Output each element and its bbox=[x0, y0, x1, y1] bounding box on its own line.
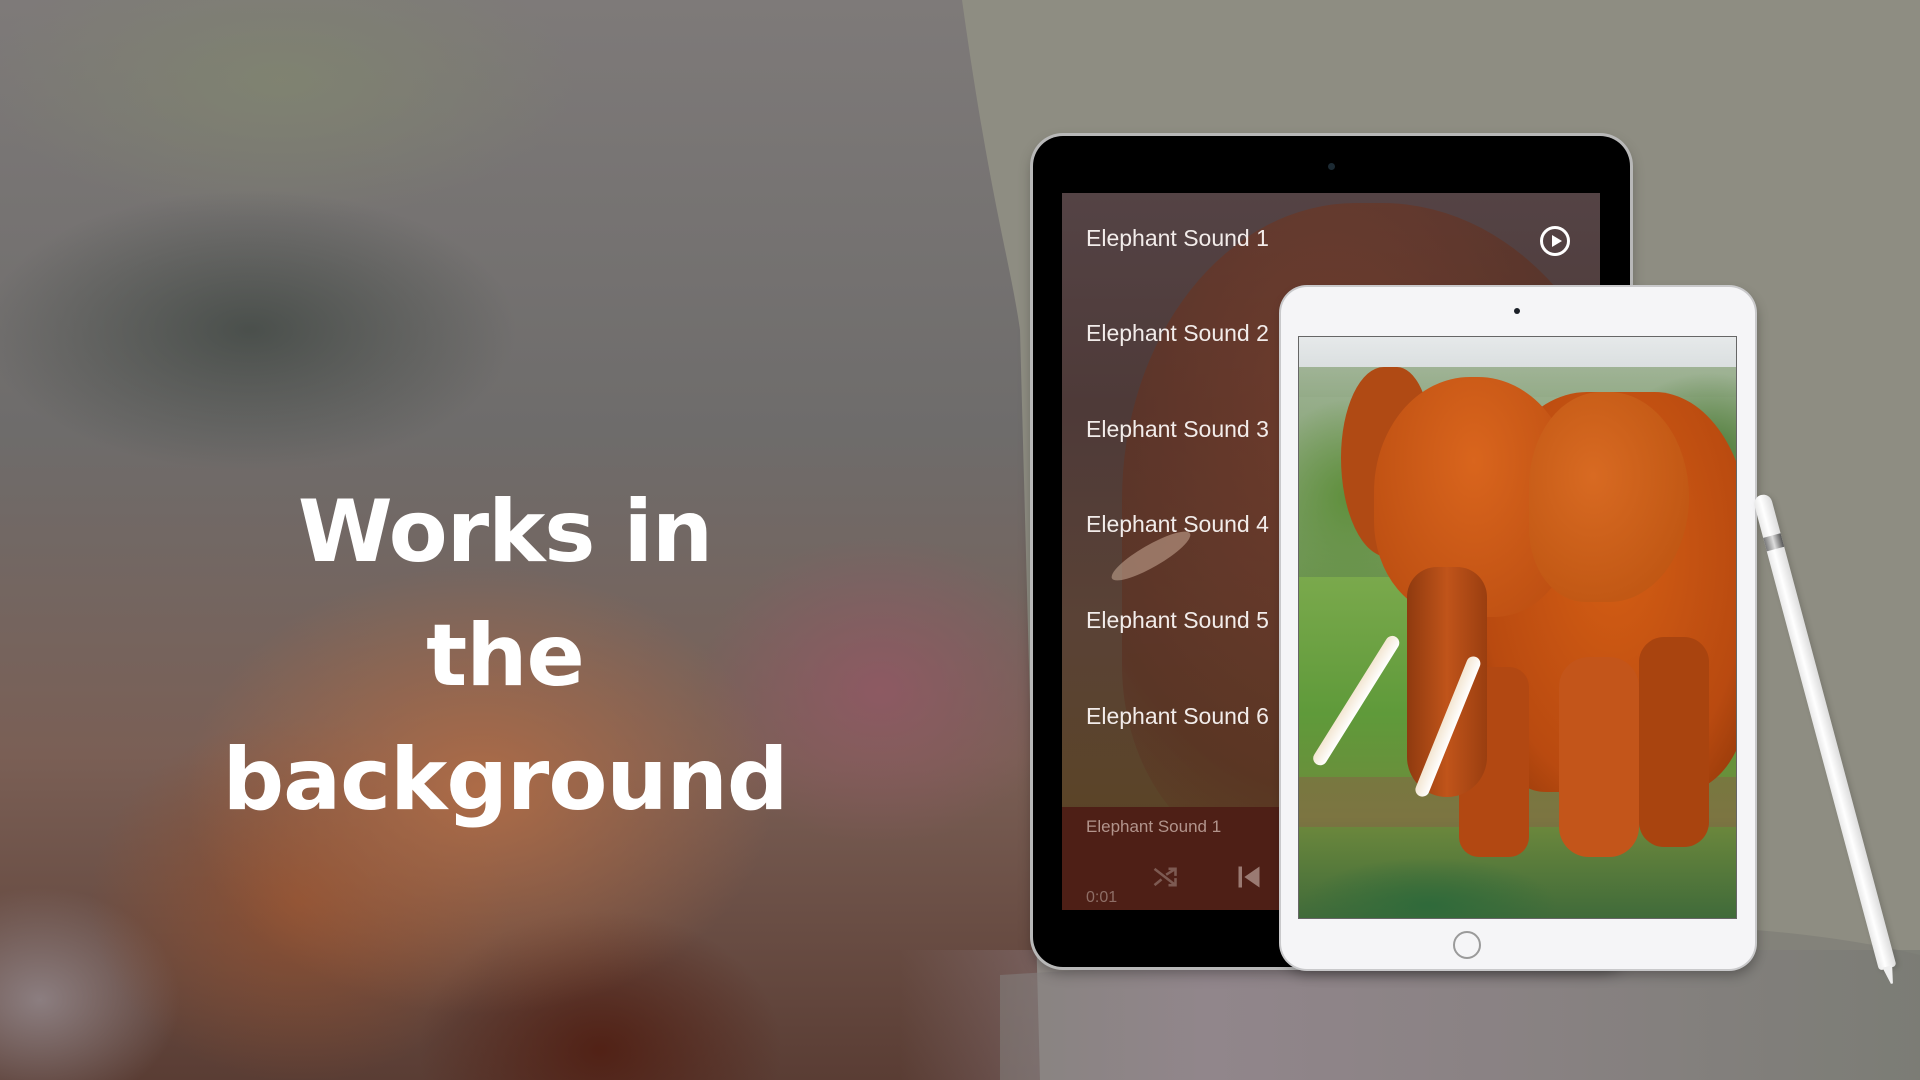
sound-label: Elephant Sound 3 bbox=[1086, 416, 1269, 442]
elephant-trunk bbox=[1407, 567, 1487, 797]
sound-label: Elephant Sound 1 bbox=[1086, 225, 1269, 251]
photo-bush bbox=[1299, 857, 1559, 918]
headline: Works in the background bbox=[205, 470, 805, 842]
sound-label: Elephant Sound 5 bbox=[1086, 607, 1269, 633]
play-circle-icon[interactable] bbox=[1540, 226, 1570, 256]
elephant-leg bbox=[1639, 637, 1709, 847]
headline-line-2: background bbox=[222, 730, 789, 830]
sound-label: Elephant Sound 6 bbox=[1086, 703, 1269, 729]
home-button[interactable] bbox=[1453, 931, 1481, 959]
sound-label: Elephant Sound 4 bbox=[1086, 511, 1269, 537]
elephant-photo bbox=[1298, 336, 1737, 919]
skip-previous-icon[interactable] bbox=[1234, 863, 1264, 891]
headline-line-1: Works in the bbox=[297, 482, 713, 706]
elephant-leg bbox=[1559, 657, 1639, 857]
front-camera bbox=[1514, 308, 1520, 314]
tablet-light bbox=[1281, 287, 1755, 969]
floor-surface bbox=[900, 950, 1920, 1080]
shuffle-icon[interactable] bbox=[1151, 863, 1179, 891]
elephant-ear bbox=[1529, 392, 1689, 602]
now-playing-title: Elephant Sound 1 bbox=[1086, 817, 1222, 836]
sound-label: Elephant Sound 2 bbox=[1086, 320, 1269, 346]
front-camera bbox=[1328, 163, 1335, 170]
sound-list-item[interactable]: Elephant Sound 1 bbox=[1086, 218, 1576, 258]
elapsed-time: 0:01 bbox=[1086, 889, 1118, 906]
stylus-band bbox=[1763, 533, 1785, 552]
